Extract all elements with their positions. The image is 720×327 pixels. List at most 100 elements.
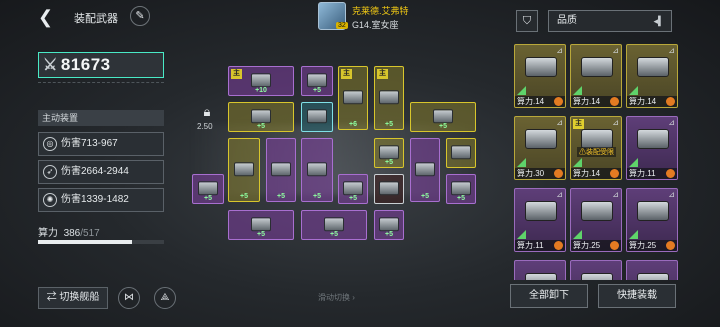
grade-icon — [573, 86, 582, 95]
bonus-label: +5 — [385, 121, 393, 128]
page-title: 装配武器 — [74, 13, 118, 25]
sort-toggle-icon[interactable]: ◂▍ — [654, 11, 665, 31]
weapon-icon — [525, 57, 557, 77]
weapon-card[interactable]: ⊿ 算力.11 — [514, 188, 566, 252]
back-arrow-icon[interactable]: ❮ — [38, 8, 58, 26]
unload-all-button[interactable]: 全部卸下 — [510, 284, 588, 308]
bonus-label: +5 — [240, 193, 248, 200]
equip-restricted-label: ⚠装配受限 — [577, 147, 616, 157]
weapon-icon — [581, 129, 613, 149]
equip-slot[interactable] — [374, 174, 404, 204]
equip-slot[interactable] — [446, 138, 476, 168]
faction-crest-icon — [666, 169, 675, 178]
mode-b-button[interactable]: ⟁ — [154, 287, 176, 309]
equip-slot[interactable]: +5 — [374, 210, 404, 240]
weapon-icon — [251, 217, 271, 232]
equip-slot[interactable]: +5 — [266, 138, 296, 202]
equip-slot[interactable]: 主 +5 — [374, 66, 404, 130]
bonus-label: +5 — [385, 159, 393, 166]
equip-slot[interactable]: +5 — [374, 138, 404, 168]
grade-icon — [573, 230, 582, 239]
damage-row-3[interactable]: ✺ 伤害1339-1482 — [38, 188, 164, 212]
equip-slot[interactable]: +5 — [228, 138, 260, 202]
weapon-icon — [251, 109, 271, 124]
crosshair-icon: ◎ — [43, 137, 57, 151]
damage-text: 伤害2664-2944 — [61, 166, 129, 177]
corner-icon: ⊿ — [556, 190, 563, 199]
compute-power: 算力 386/517 — [38, 224, 100, 239]
divider — [38, 82, 164, 83]
quality-dropdown[interactable]: 品质 ◂▍ — [548, 10, 672, 32]
faction-crest-icon — [610, 169, 619, 178]
swords-icon: ⚔ — [43, 57, 58, 74]
weapon-card[interactable]: ⊿ 算力.25 — [570, 188, 622, 252]
damage-row-1[interactable]: ◎ 伤害713-967 — [38, 132, 164, 156]
equip-slot[interactable]: 主 +6 — [338, 66, 368, 130]
faction-crest-icon — [666, 97, 675, 106]
equip-slot[interactable]: +5 — [446, 174, 476, 204]
bonus-label: +5 — [330, 231, 338, 238]
pilot-level-badge: 32 — [336, 22, 348, 29]
grade-icon — [629, 86, 638, 95]
damage-row-2[interactable]: ➶ 伤害2664-2944 — [38, 160, 164, 184]
weapon-icon — [379, 145, 399, 160]
weapon-card[interactable]: ⊿ 算力.14 — [626, 44, 678, 108]
weapon-icon — [581, 273, 613, 280]
weapon-icon — [637, 201, 669, 221]
faction-crest-icon — [554, 241, 563, 250]
weapon-card[interactable]: ⊿ 算力.25 — [626, 188, 678, 252]
equip-slot[interactable]: +5 — [410, 102, 476, 132]
equip-slot[interactable]: +5 — [228, 102, 294, 132]
weapon-icon — [324, 217, 344, 232]
weapon-card[interactable] — [514, 260, 566, 280]
swipe-hint: 滑动切换 › — [318, 293, 355, 302]
weapon-card[interactable]: ⊿ 算力.14 — [570, 44, 622, 108]
equip-slot[interactable]: +5 — [301, 66, 333, 96]
weapon-card[interactable] — [570, 260, 622, 280]
equip-slot[interactable]: +5 — [410, 138, 440, 202]
weapon-card[interactable]: ⊿ 主 ⚠装配受限 算力.14 — [570, 116, 622, 180]
bonus-label: +5 — [257, 231, 265, 238]
equip-slot[interactable]: +5 — [228, 210, 294, 240]
quick-equip-label: 快捷装载 — [617, 290, 657, 301]
mode-a-button[interactable]: ⋈ — [118, 287, 140, 309]
equip-slot[interactable]: +5 — [301, 210, 367, 240]
quick-equip-button[interactable]: 快捷装载 — [598, 284, 676, 308]
bonus-label: +5 — [439, 123, 447, 130]
compute-label: 算力 — [38, 228, 58, 239]
bonus-label: +5 — [421, 193, 429, 200]
switch-ship-button[interactable]: ⇄ 切换舰船 — [38, 287, 108, 309]
weapon-icon — [451, 181, 471, 196]
equip-slot[interactable]: +5 — [301, 138, 333, 202]
weapon-icon — [251, 73, 271, 88]
bonus-label: +10 — [255, 87, 267, 94]
grade-icon — [629, 158, 638, 167]
bonus-label: +5 — [385, 231, 393, 238]
weapon-icon — [198, 181, 218, 196]
corner-icon: ⊿ — [612, 46, 619, 55]
equip-slot[interactable] — [301, 102, 333, 132]
equip-slot[interactable]: +5 — [192, 174, 224, 204]
equip-slot[interactable]: 主 +10 — [228, 66, 294, 96]
equip-slot[interactable]: +5 — [338, 174, 368, 204]
weapon-card[interactable]: ⊿ 算力.30 — [514, 116, 566, 180]
lock-value: 2.50 — [197, 122, 213, 131]
pilot-constellation: G14.室女座 — [352, 20, 399, 30]
weapon-card[interactable]: ⊿ 算力.14 — [514, 44, 566, 108]
filter-funnel-icon[interactable]: ⛉ — [516, 10, 538, 32]
shield-burst-icon: ✺ — [43, 193, 57, 207]
weapon-icon — [307, 162, 327, 177]
weapon-icon — [637, 57, 669, 77]
wrench-icon[interactable]: ✎ — [130, 6, 150, 26]
compute-progress-fill — [38, 240, 133, 244]
unload-all-label: 全部卸下 — [529, 290, 569, 301]
faction-crest-icon — [610, 97, 619, 106]
primary-mark: 主 — [341, 69, 352, 79]
weapon-icon — [343, 90, 363, 105]
corner-icon: ⊿ — [556, 118, 563, 127]
bonus-label: +5 — [349, 195, 357, 202]
bonus-label: +6 — [349, 121, 357, 128]
weapon-card[interactable] — [626, 260, 678, 280]
weapon-card[interactable]: ⊿ 算力.11 — [626, 116, 678, 180]
primary-mark: 主 — [231, 69, 242, 79]
